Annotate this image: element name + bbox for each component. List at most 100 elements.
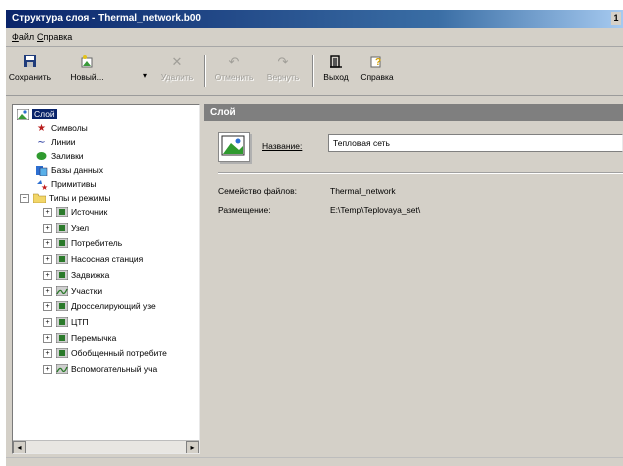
object-type-icon xyxy=(55,269,68,282)
expand-toggle[interactable]: + xyxy=(43,239,52,248)
tree-item-type[interactable]: Насосная станция xyxy=(55,252,143,266)
tree-root-layer[interactable]: Слой xyxy=(16,107,57,121)
expand-toggle[interactable]: + xyxy=(43,302,52,311)
object-type-icon xyxy=(55,253,68,266)
exit-door-icon xyxy=(318,55,354,69)
redo-icon: ↷ xyxy=(277,54,289,69)
tree-item-type[interactable]: Вспомогательный уча xyxy=(55,362,157,376)
expand-toggle[interactable]: + xyxy=(43,208,52,217)
star-icon: ★ xyxy=(37,122,46,134)
save-icon xyxy=(8,55,52,69)
tree-item-primitives[interactable]: ★ Примитивы xyxy=(35,177,96,192)
expand-toggle[interactable]: + xyxy=(43,334,52,343)
new-button-label: Новый... xyxy=(70,72,104,82)
save-button-label: Сохранить xyxy=(8,72,52,82)
file-family-label: Семейство файлов: xyxy=(218,186,297,196)
layer-large-icon xyxy=(218,132,250,162)
tree-item-type[interactable]: Задвижка xyxy=(55,268,109,282)
object-type-icon xyxy=(55,332,68,345)
tree-item-label: Вспомогательный уча xyxy=(71,364,158,374)
tree-item-label: Потребитель xyxy=(71,238,123,248)
window-title: Структура слоя - Thermal_network.b00 xyxy=(12,13,201,24)
tree-item-label: Линии xyxy=(51,137,76,147)
expand-toggle[interactable]: + xyxy=(43,365,52,374)
tree-item-label: Узел xyxy=(71,223,90,233)
tree-item-label: Заливки xyxy=(51,151,84,161)
tree-item-label: Базы данных xyxy=(51,165,104,175)
scroll-left-icon[interactable]: ◂ xyxy=(13,441,26,453)
object-type-icon xyxy=(55,347,68,360)
expand-toggle[interactable]: + xyxy=(43,318,52,327)
expand-toggle[interactable]: + xyxy=(43,271,52,280)
tree-item-type[interactable]: Потребитель xyxy=(55,236,122,250)
tree-item-lines[interactable]: ∼ Линии xyxy=(35,135,76,149)
tree-item-types-modes[interactable]: Типы и режимы xyxy=(32,191,111,205)
object-type-icon xyxy=(55,206,68,219)
status-bar xyxy=(6,457,623,466)
exit-button[interactable]: Выход xyxy=(318,50,354,90)
name-label: Название: xyxy=(262,141,303,151)
tree-item-type[interactable]: Дросселирующий узе xyxy=(55,299,156,313)
layer-icon xyxy=(16,108,29,121)
tree-item-label: Задвижка xyxy=(71,270,110,280)
tree-item-type[interactable]: Участки xyxy=(55,284,102,298)
tree-item-fills[interactable]: Заливки xyxy=(35,149,84,163)
scroll-right-icon[interactable]: ▸ xyxy=(186,441,199,453)
pipe-section-icon xyxy=(55,363,68,376)
chevron-down-icon[interactable]: ▾ xyxy=(143,71,147,80)
object-type-icon xyxy=(55,316,68,329)
undo-button-label: Отменить xyxy=(214,72,254,82)
redo-button[interactable]: ↷ Вернуть xyxy=(261,50,305,90)
panel-header: Слой xyxy=(204,104,623,121)
tree-root-label: Слой xyxy=(32,109,57,119)
location-row: Размещение: E:\Temp\Teplovaya_set\ xyxy=(218,205,420,215)
expand-toggle[interactable]: + xyxy=(43,255,52,264)
database-icon xyxy=(35,165,48,177)
menu-file[interactable]: Файл xyxy=(12,32,34,42)
delete-button-label: Удалить xyxy=(160,72,194,82)
tree-item-label: ЦТП xyxy=(71,317,89,327)
delete-button[interactable]: ✕ Удалить xyxy=(156,50,198,90)
toolbar-separator xyxy=(204,55,206,87)
exit-button-label: Выход xyxy=(323,72,349,82)
object-type-icon xyxy=(55,237,68,250)
help-button-label: Справка xyxy=(360,72,394,82)
divider xyxy=(218,172,623,174)
tree-item-type[interactable]: Обобщенный потребите xyxy=(55,346,167,360)
tree-item-databases[interactable]: Базы данных xyxy=(35,163,103,177)
delete-icon: ✕ xyxy=(171,54,183,69)
tree-item-symbols[interactable]: ★ Символы xyxy=(35,121,88,135)
new-button[interactable]: Новый... xyxy=(60,50,114,90)
pipe-section-icon xyxy=(55,285,68,298)
horizontal-scrollbar[interactable]: ◂ ▸ xyxy=(13,440,199,453)
help-button[interactable]: ? Справка xyxy=(356,50,398,90)
tree-item-label: Дросселирующий узе xyxy=(71,301,156,311)
tree-item-type[interactable]: Узел xyxy=(55,221,89,235)
svg-text:★: ★ xyxy=(41,183,48,190)
line-wave-icon: ∼ xyxy=(37,136,46,148)
tree-item-type[interactable]: Перемычка xyxy=(55,331,116,345)
layer-properties-panel: Слой Название: Семейство файлов: Thermal… xyxy=(204,104,623,452)
toolbar-separator xyxy=(312,55,314,87)
tree-item-type[interactable]: ЦТП xyxy=(55,315,89,329)
location-value: E:\Temp\Teplovaya_set\ xyxy=(330,205,421,215)
undo-button[interactable]: ↶ Отменить xyxy=(211,50,257,90)
file-family-value: Thermal_network xyxy=(330,186,396,196)
layer-name-field[interactable] xyxy=(328,134,623,152)
folder-icon xyxy=(32,193,47,205)
tree-item-label: Обобщенный потребите xyxy=(71,348,167,358)
layer-tree[interactable]: Слой ★ Символы ∼ Линии Заливки Базы данных… xyxy=(12,104,200,454)
window-control-button[interactable]: 1 xyxy=(611,12,621,25)
tree-item-label: Символы xyxy=(51,123,88,133)
tree-item-label: Перемычка xyxy=(71,333,117,343)
primitives-icon: ★ xyxy=(35,179,48,192)
expand-toggle[interactable]: + xyxy=(43,287,52,296)
expand-toggle[interactable]: + xyxy=(43,224,52,233)
new-layer-icon xyxy=(60,55,114,69)
save-button[interactable]: Сохранить xyxy=(8,50,52,90)
menu-help[interactable]: Справка xyxy=(37,32,72,42)
tree-item-type[interactable]: Источник xyxy=(55,205,107,219)
tree-item-label: Участки xyxy=(71,286,103,296)
collapse-toggle[interactable]: − xyxy=(20,194,29,203)
expand-toggle[interactable]: + xyxy=(43,349,52,358)
